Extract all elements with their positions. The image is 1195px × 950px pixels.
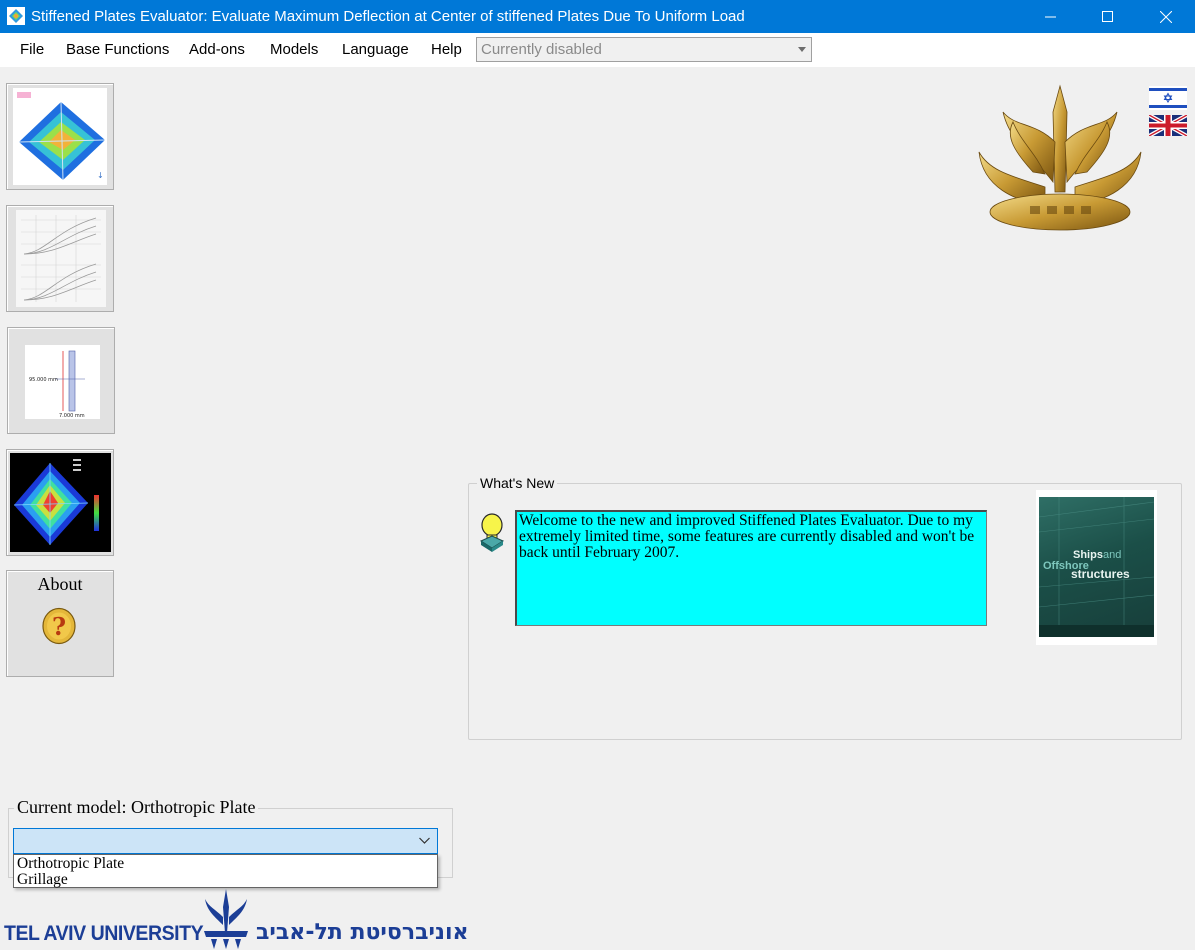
current-model-label: Current model: Orthotropic Plate — [14, 797, 259, 818]
lightbulb-icon — [479, 513, 505, 552]
university-emblem-icon — [204, 889, 248, 949]
current-model-caption: Current model: — [17, 797, 127, 817]
svg-text:↓: ↓ — [97, 171, 104, 180]
close-button[interactable] — [1137, 0, 1195, 33]
svg-text:95.000 mm: 95.000 mm — [29, 377, 58, 383]
current-model-value: Orthotropic Plate — [130, 797, 256, 817]
line-graph-icon — [16, 210, 106, 307]
close-icon — [1160, 10, 1172, 23]
contour-plot-icon: ↓ — [13, 88, 107, 185]
whats-new-title: What's New — [477, 475, 558, 491]
minimize-icon — [1045, 16, 1056, 17]
chevron-down-icon — [419, 837, 430, 844]
model-dropdown-list: Orthotropic Plate Grillage — [13, 854, 438, 888]
whats-new-message: Welcome to the new and improved Stiffene… — [515, 510, 987, 626]
book-title-structures: structures — [1071, 567, 1130, 581]
app-icon — [7, 7, 25, 25]
book-cover-art: Shipsand Offshore structures — [1039, 497, 1154, 637]
menu-base-functions[interactable]: Base Functions — [66, 41, 169, 58]
menu-models[interactable]: Models — [270, 41, 318, 58]
menu-language[interactable]: Language — [342, 41, 409, 58]
sidebar-button-3d[interactable] — [6, 449, 114, 556]
sidebar-button-about[interactable]: About ? — [6, 570, 114, 677]
sidebar-button-section[interactable]: 95.000 mm 7.000 mm — [7, 327, 115, 434]
svg-text:7.000 mm: 7.000 mm — [59, 413, 85, 419]
question-mark-icon: ? — [42, 607, 76, 645]
menu-file[interactable]: File — [20, 41, 44, 58]
svg-text:?: ? — [52, 612, 66, 641]
uk-flag-icon[interactable] — [1149, 115, 1187, 136]
maximize-button[interactable] — [1079, 0, 1137, 33]
book-title-and: and — [1102, 549, 1122, 561]
maximize-icon — [1102, 10, 1113, 22]
minimize-button[interactable] — [1022, 0, 1080, 33]
model-option-orthotropic-plate[interactable]: Orthotropic Plate — [17, 856, 124, 872]
title-bar: Stiffened Plates Evaluator: Evaluate Max… — [0, 0, 1195, 33]
3d-plot-icon — [10, 453, 111, 552]
disabled-combo: Currently disabled — [476, 37, 812, 62]
university-name-en: TEL AVIV UNIVERSITY — [4, 922, 204, 945]
book-cover: Shipsand Offshore structures — [1036, 490, 1157, 645]
navy-emblem-icon — [978, 84, 1142, 231]
disabled-combo-text: Currently disabled — [481, 41, 602, 58]
menu-help[interactable]: Help — [431, 41, 462, 58]
window-title: Stiffened Plates Evaluator: Evaluate Max… — [31, 8, 745, 25]
model-select[interactable] — [13, 828, 438, 854]
tel-aviv-university-logo: TEL AVIV UNIVERSITY אוניברסיטת תל-אביב — [0, 885, 469, 950]
sidebar-button-contour[interactable]: ↓ — [6, 83, 114, 190]
chevron-down-icon — [798, 47, 806, 52]
menu-add-ons[interactable]: Add-ons — [189, 41, 245, 58]
about-label: About — [37, 574, 83, 594]
section-drawing-icon: 95.000 mm 7.000 mm — [25, 345, 100, 419]
university-name-he: אוניברסיטת תל-אביב — [256, 920, 469, 945]
israel-flag-icon[interactable] — [1149, 86, 1187, 110]
sidebar-button-graph[interactable] — [6, 205, 114, 312]
